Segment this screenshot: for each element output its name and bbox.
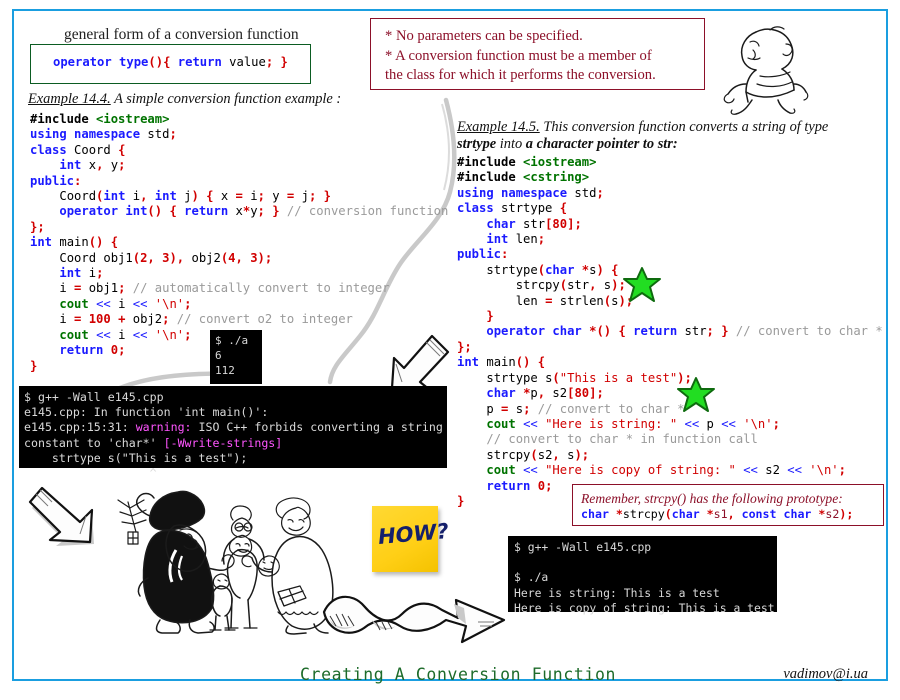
code-line: public: — [457, 247, 509, 262]
code-line: len = strlen(s); — [457, 293, 634, 308]
code-line: }; — [30, 219, 45, 234]
code-line: #include <cstring> — [457, 170, 590, 185]
remember-note-box: Remember, strcpy() has the following pro… — [572, 484, 884, 526]
terminal-line: $ g++ -Wall e145.cpp — [24, 390, 164, 404]
terminal-line: e145.cpp: In function 'int main()': — [24, 405, 269, 420]
code-line: int x, y; — [59, 158, 126, 173]
hand-drawn-wavy-arrow — [322, 595, 506, 644]
code-line: char str[80]; — [486, 216, 582, 231]
general-form-label: general form of a conversion function — [58, 26, 305, 44]
terminal-line: 112 — [215, 364, 235, 377]
general-form-box: operator type(){ return value; } — [30, 44, 311, 84]
terminal-line: $ g++ -Wall e145.cpp — [514, 540, 652, 554]
green-star-marker-2 — [677, 377, 715, 412]
terminal-output-small: $ ./a 6 112 — [210, 330, 262, 384]
example-14-5-caption-part2: into — [499, 136, 523, 152]
rules-note-line-2: * A conversion function must be a member… — [385, 47, 652, 64]
code-line: Coord(int i, int j) { x = i; y = j; } — [59, 189, 331, 204]
code-line: class Coord { — [30, 142, 126, 157]
terminal-line: strtype s("This is a test"); — [24, 450, 248, 465]
code-line: #include <iostream> — [30, 112, 170, 126]
example-14-5-caption-part1: This conversion function converts a stri… — [543, 119, 829, 135]
hand-drawn-arrow-down-right — [28, 486, 94, 546]
code-line: strcpy(str, s); — [515, 278, 626, 293]
walking-baby-illustration — [723, 26, 809, 115]
code-line: strtype(char *s) { — [486, 262, 619, 277]
example-14-4-heading: Example 14.4. A simple conversion functi… — [28, 91, 448, 108]
author-signature: vadimov@i.ua — [783, 666, 868, 682]
terminal-line: constant to 'char*' [-Wwrite-strings] — [24, 435, 283, 450]
code-line: int main() { — [457, 355, 546, 370]
example-14-4-number: Example 14.4. — [28, 91, 111, 107]
remember-note-prototype: char *strcpy(char *s1, const char *s2); — [581, 507, 854, 521]
code-line: class strtype { — [457, 201, 568, 216]
example-14-5-caption-bold2: a character pointer to str: — [525, 136, 678, 152]
terminal-line: Here is string: This is a test — [514, 585, 720, 600]
rules-note-line-3: the class for which it performs the conv… — [385, 67, 656, 83]
code-line: using namespace std; — [457, 185, 604, 200]
code-line: i = 100 + obj2; // convert o2 to integer — [30, 312, 353, 327]
code-line: } — [486, 309, 494, 324]
terminal-line: ^ — [24, 466, 157, 481]
terminal-line: $ ./a — [514, 570, 549, 585]
sticky-note-text: HOW? — [377, 518, 450, 550]
page-title: Creating A Conversion Function — [300, 665, 617, 684]
code-line: strcpy(s2, s); — [486, 447, 590, 462]
terminal-program-output: $ g++ -Wall e145.cpp $ ./a Here is string… — [508, 536, 777, 615]
sticky-note-how: HOW? — [372, 506, 450, 572]
general-form-code: operator type(){ return value; } — [53, 55, 288, 69]
code-line: #include <iostream> — [457, 155, 597, 169]
example-14-5-caption-bold1: strtype — [457, 136, 497, 152]
code-line: strtype s("This is a test"); — [486, 370, 692, 385]
code-line: public: — [30, 173, 82, 188]
example-14-5-heading: Example 14.5. This conversion function c… — [457, 119, 882, 153]
code-line: operator int() { return x*y; } // conver… — [59, 204, 449, 219]
slide-canvas: operator type(){ return value; } general… — [0, 0, 900, 700]
code-line: cout << "Here is string: " << p << '\n'; — [486, 416, 780, 431]
remember-note-text: Remember, strcpy() has the following pro… — [581, 491, 843, 506]
code-line: }; — [457, 339, 472, 354]
terminal-line: e145.cpp:15:31: warning: ISO C++ forbids… — [24, 420, 443, 435]
code-line: p = s; // convert to char * — [457, 401, 685, 416]
example-14-5-number: Example 14.5. — [457, 119, 540, 135]
code-line: int len; — [486, 232, 546, 247]
code-block-right: #include <iostream> #include <cstring> usi… — [457, 155, 883, 509]
code-line: cout << i << '\n'; — [59, 296, 192, 311]
example-14-4-caption: A simple conversion function example : — [114, 91, 342, 107]
rules-note-line-1: * No parameters can be specified. — [385, 28, 583, 44]
terminal-line: $ ./a — [215, 334, 249, 347]
terminal-line: Here is copy of string: This is a test — [514, 600, 775, 615]
santa-with-children-illustration — [117, 490, 334, 635]
code-line: using namespace std; — [30, 127, 177, 142]
code-line: cout << "Here is copy of string: " << s2… — [486, 463, 846, 478]
code-line: Coord obj1(2, 3), obj2(4, 3); — [59, 250, 273, 265]
code-line: int i; — [59, 266, 104, 281]
code-line: // convert to char * in function call — [486, 432, 758, 447]
code-line: i = obj1; // automatically convert to in… — [30, 281, 390, 296]
terminal-line: 6 — [215, 349, 222, 362]
code-line: operator char *() { return str; } // con… — [486, 324, 883, 339]
code-line: char *p, s2[80]; — [486, 386, 604, 401]
rules-note-box: * No parameters can be specified. * A co… — [370, 18, 705, 90]
code-line: int main() { — [30, 235, 119, 250]
green-star-marker-1 — [623, 267, 661, 302]
terminal-compiler-error: $ g++ -Wall e145.cpp e145.cpp: In functio… — [19, 386, 447, 480]
